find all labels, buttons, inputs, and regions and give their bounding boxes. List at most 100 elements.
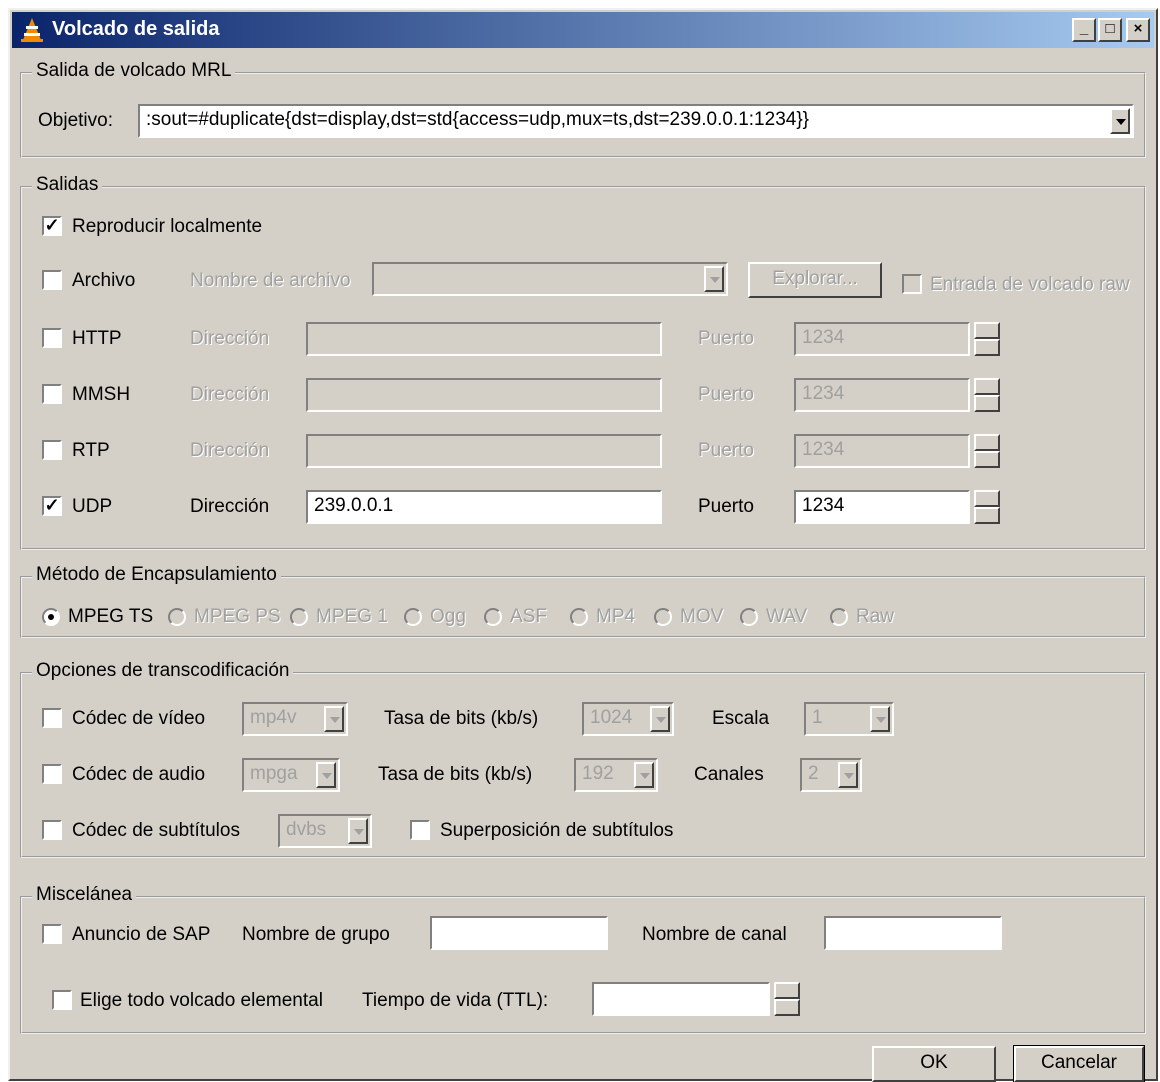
encap-radio-mpeg-ts[interactable]	[42, 608, 60, 626]
select-all-es-label: Elige todo volcado elemental	[80, 990, 323, 1011]
mmsh-address-input[interactable]	[306, 378, 662, 412]
video-codec-value: mp4v	[250, 707, 297, 728]
mrl-legend: Salida de volcado MRL	[32, 60, 236, 82]
encap-radio-wav[interactable]	[740, 608, 758, 626]
mmsh-port-spinner[interactable]	[974, 378, 1000, 412]
channels-select[interactable]: 2	[800, 758, 862, 792]
video-codec-dropdown-icon[interactable]	[324, 706, 344, 732]
mmsh-checkbox[interactable]	[42, 384, 62, 404]
channels-label: Canales	[694, 764, 764, 785]
minimize-icon[interactable]: _	[1072, 18, 1096, 42]
outputs-group: Salidas ✓ Reproducir localmente Archivo …	[20, 174, 1146, 550]
rtp-address-input[interactable]	[306, 434, 662, 468]
http-address-input[interactable]	[306, 322, 662, 356]
play-locally-checkbox[interactable]: ✓	[42, 216, 62, 236]
encap-radio-mp4[interactable]	[570, 608, 588, 626]
subtitle-codec-dropdown-icon[interactable]	[348, 818, 368, 844]
encap-option-label: Raw	[856, 606, 895, 627]
target-dropdown-icon[interactable]	[1110, 108, 1130, 134]
udp-label: UDP	[72, 496, 113, 517]
scale-select[interactable]: 1	[804, 702, 894, 736]
play-locally-label: Reproducir localmente	[72, 216, 263, 237]
encap-option-label: WAV	[766, 606, 808, 627]
ttl-spinner[interactable]	[774, 982, 800, 1016]
rtp-checkbox[interactable]	[42, 440, 62, 460]
file-checkbox[interactable]	[42, 270, 62, 290]
subtitle-codec-select[interactable]: dvbs	[278, 814, 372, 848]
video-codec-checkbox[interactable]	[42, 708, 62, 728]
udp-port-spinner[interactable]	[974, 490, 1000, 524]
audio-bitrate-label: Tasa de bits (kb/s)	[378, 764, 533, 785]
cancel-button[interactable]: Cancelar	[1013, 1045, 1145, 1082]
close-icon[interactable]: ×	[1126, 18, 1150, 42]
filename-dropdown-icon[interactable]	[704, 266, 724, 292]
rtp-port-spinner[interactable]	[974, 434, 1000, 468]
scale-value: 1	[812, 707, 823, 728]
udp-port-input[interactable]: 1234	[794, 490, 970, 524]
audio-codec-checkbox[interactable]	[42, 764, 62, 784]
subtitle-codec-value: dvbs	[286, 819, 327, 840]
channels-value: 2	[808, 763, 819, 784]
encap-radio-raw[interactable]	[830, 608, 848, 626]
outputs-legend: Salidas	[32, 174, 103, 196]
browse-button[interactable]: Explorar...	[748, 262, 882, 298]
audio-bitrate-select[interactable]: 192	[574, 758, 658, 792]
window-title: Volcado de salida	[52, 18, 220, 40]
sap-label: Anuncio de SAP	[72, 924, 211, 945]
rtp-port-input[interactable]: 1234	[794, 434, 970, 468]
scale-dropdown-icon[interactable]	[870, 706, 890, 732]
transcoding-group: Opciones de transcodificación Códec de v…	[20, 660, 1146, 858]
udp-address-label: Dirección	[190, 496, 270, 517]
misc-group: Miscelánea Anuncio de SAP Nombre de grup…	[20, 884, 1146, 1034]
encap-radio-mpeg-1[interactable]	[290, 608, 308, 626]
maximize-icon[interactable]: □	[1098, 18, 1122, 42]
rtp-address-label: Dirección	[190, 440, 270, 461]
subtitle-codec-checkbox[interactable]	[42, 820, 62, 840]
encap-option-label: MPEG TS	[68, 606, 154, 627]
video-bitrate-value: 1024	[590, 707, 633, 728]
channels-dropdown-icon[interactable]	[838, 762, 858, 788]
encap-radio-ogg[interactable]	[404, 608, 422, 626]
audio-codec-label: Códec de audio	[72, 764, 206, 785]
file-label: Archivo	[72, 270, 136, 291]
title-bar[interactable]: Volcado de salida _ □ ×	[12, 12, 1154, 48]
select-all-es-checkbox[interactable]	[52, 990, 72, 1010]
channel-name-label: Nombre de canal	[642, 924, 787, 945]
video-bitrate-select[interactable]: 1024	[582, 702, 674, 736]
subtitle-overlay-checkbox[interactable]	[410, 820, 430, 840]
audio-codec-value: mpga	[250, 763, 298, 784]
group-name-input[interactable]	[430, 916, 608, 950]
mmsh-port-input[interactable]: 1234	[794, 378, 970, 412]
video-bitrate-dropdown-icon[interactable]	[650, 706, 670, 732]
video-codec-select[interactable]: mp4v	[242, 702, 348, 736]
audio-bitrate-dropdown-icon[interactable]	[634, 762, 654, 788]
audio-codec-dropdown-icon[interactable]	[316, 762, 336, 788]
http-port-spinner[interactable]	[974, 322, 1000, 356]
udp-port-label: Puerto	[698, 496, 754, 517]
ttl-input[interactable]	[592, 982, 770, 1016]
ttl-label: Tiempo de vida (TTL):	[362, 990, 549, 1011]
ok-button[interactable]: OK	[872, 1046, 996, 1082]
udp-address-input[interactable]: 239.0.0.1	[306, 490, 662, 524]
http-port-input[interactable]: 1234	[794, 322, 970, 356]
encap-option-label: ASF	[510, 606, 547, 627]
encap-option-label: MPEG 1	[316, 606, 388, 627]
sap-checkbox[interactable]	[42, 924, 62, 944]
udp-checkbox[interactable]: ✓	[42, 496, 62, 516]
encap-radio-asf[interactable]	[484, 608, 502, 626]
mmsh-address-label: Dirección	[190, 384, 270, 405]
filename-label: Nombre de archivo	[190, 270, 351, 291]
http-checkbox[interactable]	[42, 328, 62, 348]
audio-codec-select[interactable]: mpga	[242, 758, 340, 792]
encap-radio-mov[interactable]	[654, 608, 672, 626]
filename-combobox[interactable]	[372, 262, 728, 296]
target-combobox[interactable]: :sout=#duplicate{dst=display,dst=std{acc…	[138, 104, 1134, 138]
group-name-label: Nombre de grupo	[242, 924, 390, 945]
encapsulation-legend: Método de Encapsulamiento	[32, 564, 281, 586]
rtp-label: RTP	[72, 440, 110, 461]
http-label: HTTP	[72, 328, 122, 349]
channel-name-input[interactable]	[824, 916, 1002, 950]
video-codec-label: Códec de vídeo	[72, 708, 206, 729]
encap-radio-mpeg-ps[interactable]	[168, 608, 186, 626]
raw-dump-checkbox[interactable]	[902, 274, 922, 294]
